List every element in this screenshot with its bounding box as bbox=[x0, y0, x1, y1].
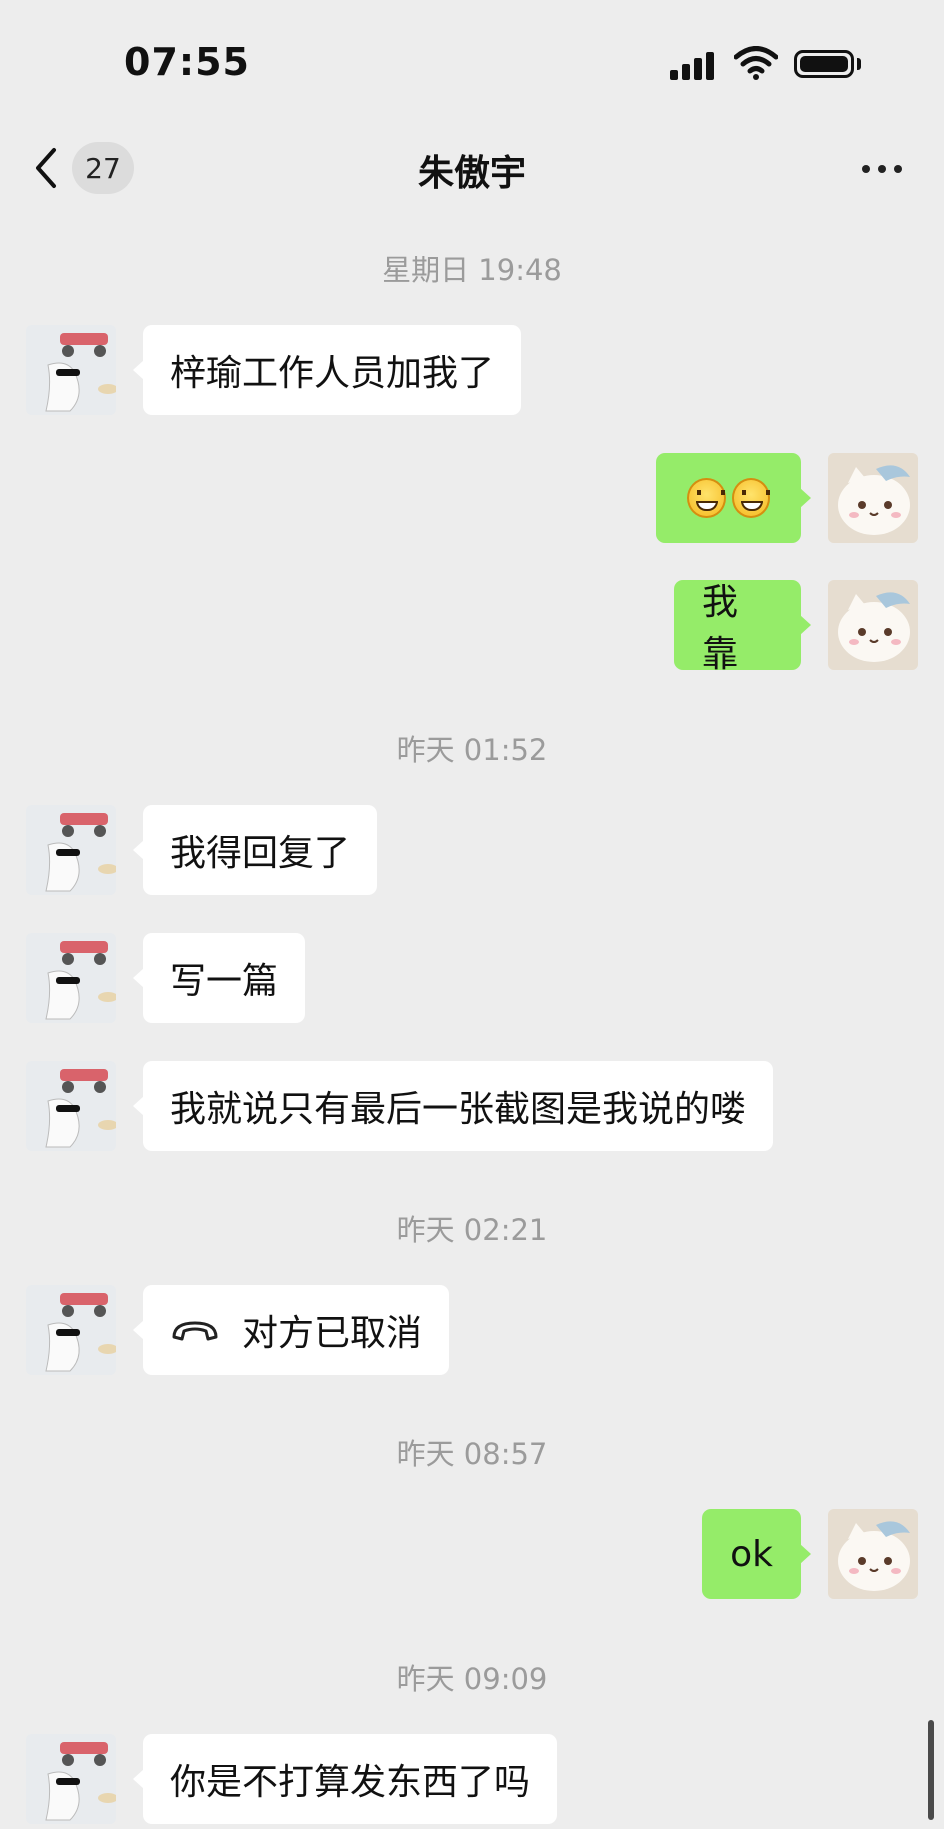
message-text: 梓瑜工作人员加我了 bbox=[170, 353, 495, 394]
my-avatar[interactable] bbox=[828, 580, 918, 670]
chat-title: 朱傲宇 bbox=[417, 153, 526, 194]
battery-icon bbox=[794, 50, 854, 78]
my-avatar[interactable] bbox=[828, 1509, 918, 1599]
call-record-bubble[interactable]: 对方已取消 bbox=[132, 1285, 450, 1375]
timestamp: 昨天 01:52 bbox=[396, 733, 548, 767]
hangup-phone-icon bbox=[172, 1321, 218, 1341]
more-dots-icon[interactable] bbox=[858, 160, 906, 176]
message-bubble-incoming[interactable]: 你是不打算发东西了吗 bbox=[132, 1734, 558, 1824]
wifi-icon bbox=[734, 46, 778, 80]
grinning-face-emoji bbox=[687, 478, 726, 518]
call-status-text: 对方已取消 bbox=[242, 1313, 423, 1354]
cartoon-avatar-icon bbox=[26, 325, 116, 415]
status-time: 07:55 bbox=[124, 40, 250, 84]
chat-header: 27 朱傲宇 bbox=[0, 120, 944, 220]
message-bubble-outgoing[interactable]: ok bbox=[702, 1509, 811, 1599]
message-bubble-incoming[interactable]: 我得回复了 bbox=[132, 805, 378, 895]
message-text: 我就说只有最后一张截图是我说的喽 bbox=[170, 1089, 747, 1130]
cat-avatar-icon bbox=[828, 1509, 918, 1599]
my-avatar[interactable] bbox=[828, 453, 918, 543]
cartoon-avatar-icon bbox=[26, 1061, 116, 1151]
message-bubble-outgoing[interactable]: 我靠 bbox=[674, 580, 811, 675]
message-bubble-incoming[interactable]: 我就说只有最后一张截图是我说的喽 bbox=[132, 1061, 774, 1151]
contact-avatar[interactable] bbox=[26, 1061, 116, 1151]
timestamp: 昨天 08:57 bbox=[396, 1437, 548, 1471]
contact-avatar[interactable] bbox=[26, 1734, 116, 1824]
cat-avatar-icon bbox=[828, 580, 918, 670]
cartoon-avatar-icon bbox=[26, 1285, 116, 1375]
message-text: 写一篇 bbox=[170, 961, 279, 1002]
contact-avatar[interactable] bbox=[26, 1285, 116, 1375]
scrollbar[interactable] bbox=[928, 1720, 934, 1820]
cartoon-avatar-icon bbox=[26, 1734, 116, 1824]
battery-nub bbox=[857, 58, 861, 70]
contact-avatar[interactable] bbox=[26, 325, 116, 415]
cellular-signal-icon bbox=[670, 50, 720, 80]
message-text: ok bbox=[730, 1533, 773, 1575]
timestamp: 昨天 02:21 bbox=[396, 1213, 548, 1247]
message-text: 我靠 bbox=[702, 582, 739, 675]
contact-avatar[interactable] bbox=[26, 805, 116, 895]
timestamp: 星期日 19:48 bbox=[382, 253, 562, 287]
message-text: 我得回复了 bbox=[170, 833, 351, 874]
status-bar: 07:55 bbox=[0, 0, 944, 120]
message-bubble-incoming[interactable]: 写一篇 bbox=[132, 933, 306, 1023]
cat-avatar-icon bbox=[828, 453, 918, 543]
message-text: 你是不打算发东西了吗 bbox=[170, 1762, 531, 1803]
timestamp: 昨天 09:09 bbox=[396, 1662, 548, 1696]
contact-avatar[interactable] bbox=[26, 933, 116, 1023]
message-bubble-outgoing[interactable] bbox=[656, 453, 811, 543]
grinning-face-emoji bbox=[731, 478, 770, 518]
cartoon-avatar-icon bbox=[26, 805, 116, 895]
cartoon-avatar-icon bbox=[26, 933, 116, 1023]
message-bubble-incoming[interactable]: 梓瑜工作人员加我了 bbox=[132, 325, 522, 415]
